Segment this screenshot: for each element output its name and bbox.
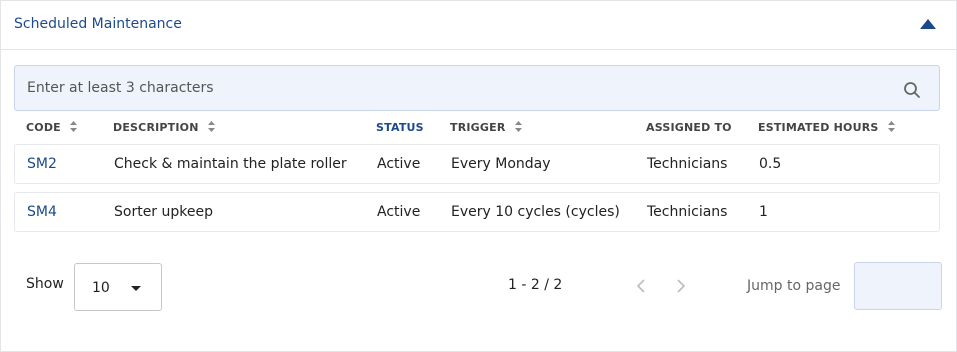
table-row[interactable]: SM2 Check & maintain the plate roller Ac… [14, 144, 940, 184]
row-status: Active [377, 156, 421, 172]
chevron-right-icon[interactable] [675, 278, 687, 294]
search-box [14, 65, 940, 111]
collapse-icon[interactable] [920, 19, 936, 29]
sort-icon[interactable] [514, 121, 522, 132]
panel-header[interactable]: Scheduled Maintenance [1, 1, 956, 50]
sort-icon[interactable] [207, 121, 215, 132]
row-estimated-hours: 1 [759, 204, 768, 220]
scheduled-maintenance-panel: Scheduled Maintenance CODE DESCRIPTION S… [0, 0, 957, 352]
sort-icon[interactable] [887, 121, 895, 132]
row-assigned-to: Technicians [647, 204, 728, 220]
column-header-estimated-hours[interactable]: ESTIMATED HOURS [758, 121, 895, 134]
column-header-label: DESCRIPTION [113, 121, 199, 134]
sort-icon[interactable] [69, 121, 77, 132]
page-size-value: 10 [92, 280, 110, 296]
column-header-label: TRIGGER [450, 121, 506, 134]
column-header-status[interactable]: STATUS [376, 121, 424, 134]
pagination-range: 1 - 2 / 2 [508, 277, 563, 293]
show-label: Show [26, 276, 64, 292]
row-status: Active [377, 204, 421, 220]
row-code-link[interactable]: SM2 [27, 156, 57, 172]
table-row[interactable]: SM4 Sorter upkeep Active Every 10 cycles… [14, 192, 940, 232]
row-description: Sorter upkeep [114, 204, 213, 220]
column-header-assigned-to[interactable]: ASSIGNED TO [646, 121, 732, 134]
panel-title: Scheduled Maintenance [14, 16, 182, 32]
page-size-select[interactable]: 10 [74, 263, 162, 311]
column-header-trigger[interactable]: TRIGGER [450, 121, 522, 134]
table-header: CODE DESCRIPTION STATUS TRIGGER ASSIGNED… [14, 121, 940, 139]
caret-down-icon [131, 286, 141, 291]
row-estimated-hours: 0.5 [759, 156, 782, 172]
row-trigger: Every Monday [451, 156, 551, 172]
chevron-left-icon[interactable] [635, 278, 647, 294]
row-code-link[interactable]: SM4 [27, 204, 57, 220]
column-header-label: CODE [26, 121, 61, 134]
jump-to-page-input[interactable] [854, 262, 942, 310]
jump-to-page-label: Jump to page [747, 278, 841, 294]
row-assigned-to: Technicians [647, 156, 728, 172]
row-trigger: Every 10 cycles (cycles) [451, 204, 620, 220]
search-input[interactable] [15, 66, 895, 110]
column-header-label: ESTIMATED HOURS [758, 121, 879, 134]
row-description: Check & maintain the plate roller [114, 156, 347, 172]
column-header-description[interactable]: DESCRIPTION [113, 121, 215, 134]
search-icon[interactable] [903, 81, 921, 99]
column-header-code[interactable]: CODE [26, 121, 77, 134]
